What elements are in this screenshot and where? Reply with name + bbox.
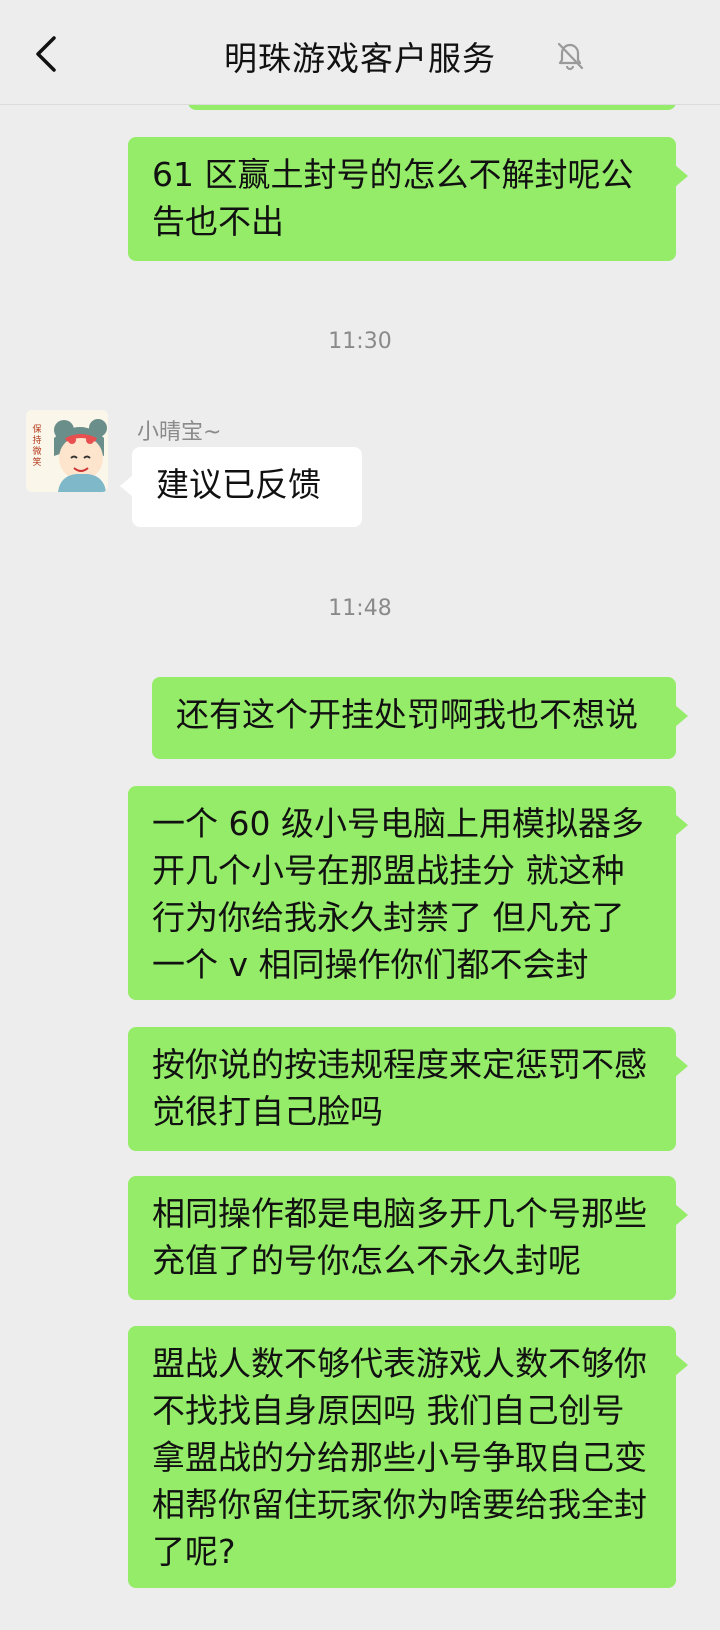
chat-header: 明珠游戏客户服务 [0, 0, 720, 105]
outgoing-message-bubble[interactable]: 相同操作都是电脑多开几个号那些充值了的号你怎么不永久封呢 [128, 1176, 688, 1300]
message-text: 相同操作都是电脑多开几个号那些充值了的号你怎么不永久封呢 [152, 1194, 647, 1280]
svg-text:持: 持 [32, 434, 41, 446]
message-text: 盟战人数不够代表游戏人数不够你不找找自身原因吗 我们自己创号拿盟战的分给那些小号… [152, 1344, 647, 1571]
avatar[interactable]: 保 持 微 笑 [26, 410, 108, 492]
svg-text:笑: 笑 [32, 456, 41, 468]
message-text: 61 区赢土封号的怎么不解封呢公告也不出 [152, 155, 634, 241]
avatar-text: 保 [32, 423, 41, 435]
message-text: 一个 60 级小号电脑上用模拟器多开几个小号在那盟战挂分 就这种行为你给我永久封… [152, 804, 644, 984]
outgoing-message-bubble[interactable]: 按你说的按违规程度来定惩罚不感觉很打自己脸吗 [128, 1027, 688, 1151]
message-text: 还有这个开挂处罚啊我也不想说 [176, 695, 638, 734]
timestamp: 11:30 [328, 329, 392, 354]
bell-muted-icon [557, 42, 584, 71]
sender-name: 小晴宝~ [137, 420, 222, 445]
svg-text:微: 微 [32, 445, 41, 457]
outgoing-message-bubble[interactable]: 还有这个开挂处罚啊我也不想说 [152, 677, 688, 759]
message-text: 建议已反馈 [156, 465, 321, 504]
message-text: 按你说的按违规程度来定惩罚不感觉很打自己脸吗 [152, 1045, 647, 1131]
incoming-message-bubble[interactable]: 建议已反馈 [120, 447, 362, 527]
chat-title: 明珠游戏客户服务 [224, 39, 496, 78]
outgoing-message-bubble[interactable]: 一个 60 级小号电脑上用模拟器多开几个小号在那盟战挂分 就这种行为你给我永久封… [128, 786, 688, 1000]
outgoing-message-bubble[interactable]: 盟战人数不够代表游戏人数不够你不找找自身原因吗 我们自己创号拿盟战的分给那些小号… [128, 1326, 688, 1588]
outgoing-message-bubble[interactable]: 61 区赢土封号的怎么不解封呢公告也不出 [128, 137, 688, 261]
timestamp: 11:48 [328, 596, 392, 621]
avatar-image: 保 持 微 笑 [26, 410, 108, 492]
